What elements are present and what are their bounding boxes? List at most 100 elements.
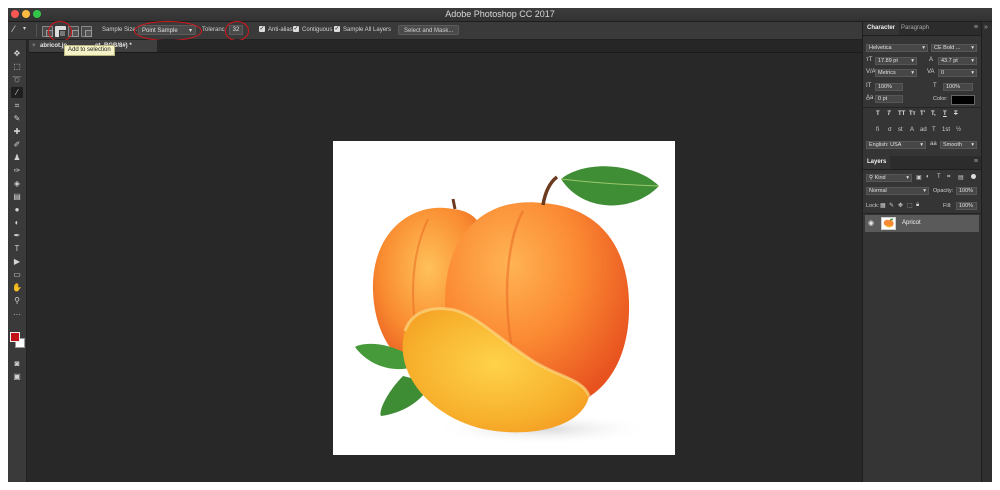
layer-filter-select[interactable]: ⚲ Kind ▾ (866, 174, 912, 182)
lock-artboard-icon[interactable]: ⬚ (907, 202, 913, 209)
crop-tool-icon[interactable]: ⌗ (11, 100, 23, 111)
screen-mode-icon[interactable]: ▣ (11, 371, 23, 382)
magic-wand-preset-icon[interactable]: ⁄ (13, 24, 15, 34)
smart-object-filter-icon[interactable]: ▤ (958, 174, 964, 181)
history-brush-tool-icon[interactable]: ✑ (11, 165, 23, 176)
font-size-input[interactable]: 17.89 pt ▾ (875, 57, 917, 65)
opacity-input[interactable]: 100% (956, 187, 977, 195)
font-style-select[interactable]: CE Bold ... ▾ (931, 44, 977, 52)
tab-character[interactable]: Character (863, 22, 900, 35)
strikethrough-icon[interactable]: T (954, 111, 958, 117)
eye-icon[interactable]: ◉ (868, 219, 874, 227)
dodge-tool-icon[interactable]: ◐ (11, 217, 23, 228)
more-tools-icon[interactable]: ··· (11, 309, 23, 320)
blur-tool-icon[interactable]: ● (11, 204, 23, 215)
all-caps-icon[interactable]: TT (898, 111, 905, 117)
faux-bold-icon[interactable]: T (876, 111, 880, 117)
type-filter-icon[interactable]: T (937, 174, 941, 180)
apricot-image (355, 166, 660, 445)
close-tab-icon[interactable]: × (32, 40, 36, 52)
lasso-tool-icon[interactable]: ➰ (11, 74, 23, 85)
chevron-down-icon: ▾ (911, 70, 914, 76)
language-select[interactable]: English: USA ▾ (866, 141, 926, 149)
document-canvas[interactable] (333, 141, 675, 455)
gradient-tool-icon[interactable]: ▤ (11, 191, 23, 202)
lock-image-icon[interactable]: ✎ (889, 202, 894, 209)
hand-tool-icon[interactable]: ✋ (11, 282, 23, 293)
panel-menu-icon[interactable]: ≡ (974, 158, 978, 165)
clone-stamp-tool-icon[interactable]: ♟ (11, 152, 23, 163)
leading-input[interactable]: 43.7 pt ▾ (938, 57, 977, 65)
healing-brush-tool-icon[interactable]: ✚ (11, 126, 23, 137)
eraser-tool-icon[interactable]: ◈ (11, 178, 23, 189)
tab-layers[interactable]: Layers (863, 156, 891, 169)
chevron-down-icon: ▾ (911, 58, 914, 64)
lock-position-icon[interactable]: ✥ (898, 202, 903, 209)
text-color-swatch[interactable] (951, 95, 975, 105)
lock-transparent-icon[interactable]: ▦ (880, 202, 886, 209)
eyedropper-tool-icon[interactable]: ✎ (11, 113, 23, 124)
anti-alias-select[interactable]: Smooth ▾ (940, 141, 977, 149)
sample-all-layers-checkbox[interactable]: ✓ (334, 26, 340, 32)
character-panel-tabs: Character Paragraph ≡ (863, 22, 981, 36)
contextual-alternates-icon[interactable]: σ (888, 127, 892, 133)
fractions-icon[interactable]: ½ (956, 127, 961, 133)
small-caps-icon[interactable]: Tт (909, 111, 916, 117)
tab-paragraph[interactable]: Paragraph (897, 22, 933, 35)
shape-filter-icon[interactable]: ⌗ (947, 174, 950, 181)
apricot-thumbnail-icon (883, 218, 894, 228)
chevron-down-icon[interactable]: ▾ (23, 25, 26, 32)
ligatures-icon[interactable]: fi (876, 127, 879, 133)
chevron-down-icon: ▾ (971, 45, 974, 51)
move-tool-icon[interactable]: ✥ (11, 48, 23, 59)
tracking-input[interactable]: 0 ▾ (938, 69, 977, 77)
superscript-icon[interactable]: T' (920, 111, 925, 117)
zoom-tool-icon[interactable]: ⚲ (11, 295, 23, 306)
canvas-area[interactable] (27, 53, 862, 482)
vertical-scale-input[interactable]: 100% (875, 83, 903, 91)
chevron-down-icon: ▾ (971, 58, 974, 64)
blend-mode-select[interactable]: Normal ▾ (866, 187, 929, 195)
contiguous-checkbox[interactable]: ✓ (293, 26, 299, 32)
path-selection-tool-icon[interactable]: ▶ (11, 256, 23, 267)
intersect-with-selection-button[interactable] (81, 26, 92, 37)
lock-all-icon[interactable]: 🔒︎ (916, 202, 919, 209)
underline-icon[interactable]: T (943, 111, 947, 117)
brush-tool-icon[interactable]: ✐ (11, 139, 23, 150)
adjustment-filter-icon[interactable]: ◐ (926, 174, 930, 180)
horizontal-scale-icon: T (933, 83, 937, 89)
collapse-panels-icon[interactable]: » (984, 24, 988, 31)
chevron-down-icon: ▾ (920, 142, 923, 148)
horizontal-scale-input[interactable]: 100% (943, 83, 973, 91)
foreground-color-swatch[interactable] (10, 332, 20, 342)
marquee-tool-icon[interactable]: ⬚ (11, 61, 23, 72)
baseline-shift-input[interactable]: 0 pt (875, 95, 903, 103)
panel-collapse-strip[interactable]: » (981, 22, 992, 482)
layer-row[interactable]: ◉ Apricot (865, 215, 979, 232)
kerning-select[interactable]: Metrics ▾ (875, 69, 917, 77)
filter-toggle[interactable] (971, 174, 976, 179)
panel-menu-icon[interactable]: ≡ (974, 24, 978, 31)
photoshop-window: Adobe Photoshop CC 2017 ⁄ ▾ Sample Size:… (8, 8, 992, 482)
fill-input[interactable]: 100% (956, 202, 977, 210)
magic-wand-tool-icon[interactable]: ⁄ (11, 87, 23, 98)
font-family-select[interactable]: Helvetica ▾ (866, 44, 928, 52)
faux-italic-icon[interactable]: T (887, 111, 891, 117)
discretionary-ligatures-icon[interactable]: st (898, 127, 903, 133)
annotation-circle (48, 21, 72, 42)
options-bar: ⁄ ▾ Sample Size: Point Sample ▾ Toleranc… (8, 21, 862, 42)
anti-alias-label: Anti-alias (268, 27, 293, 33)
ordinals-icon[interactable]: 1st (942, 127, 950, 133)
quick-mask-icon[interactable]: ◙ (11, 358, 23, 369)
subscript-icon[interactable]: T, (931, 111, 936, 117)
rectangle-tool-icon[interactable]: ▭ (11, 269, 23, 280)
stylistic-alternates-icon[interactable]: ad (920, 127, 927, 133)
select-and-mask-button[interactable]: Select and Mask... (398, 25, 460, 35)
pixel-filter-icon[interactable]: ▣ (916, 174, 922, 181)
anti-alias-checkbox[interactable]: ✓ (259, 26, 265, 32)
type-tool-icon[interactable]: T (11, 243, 23, 254)
pen-tool-icon[interactable]: ✒ (11, 230, 23, 241)
swash-icon[interactable]: A (910, 127, 914, 133)
opacity-label: Opacity: (933, 188, 954, 194)
titling-alternates-icon[interactable]: T (932, 127, 936, 133)
